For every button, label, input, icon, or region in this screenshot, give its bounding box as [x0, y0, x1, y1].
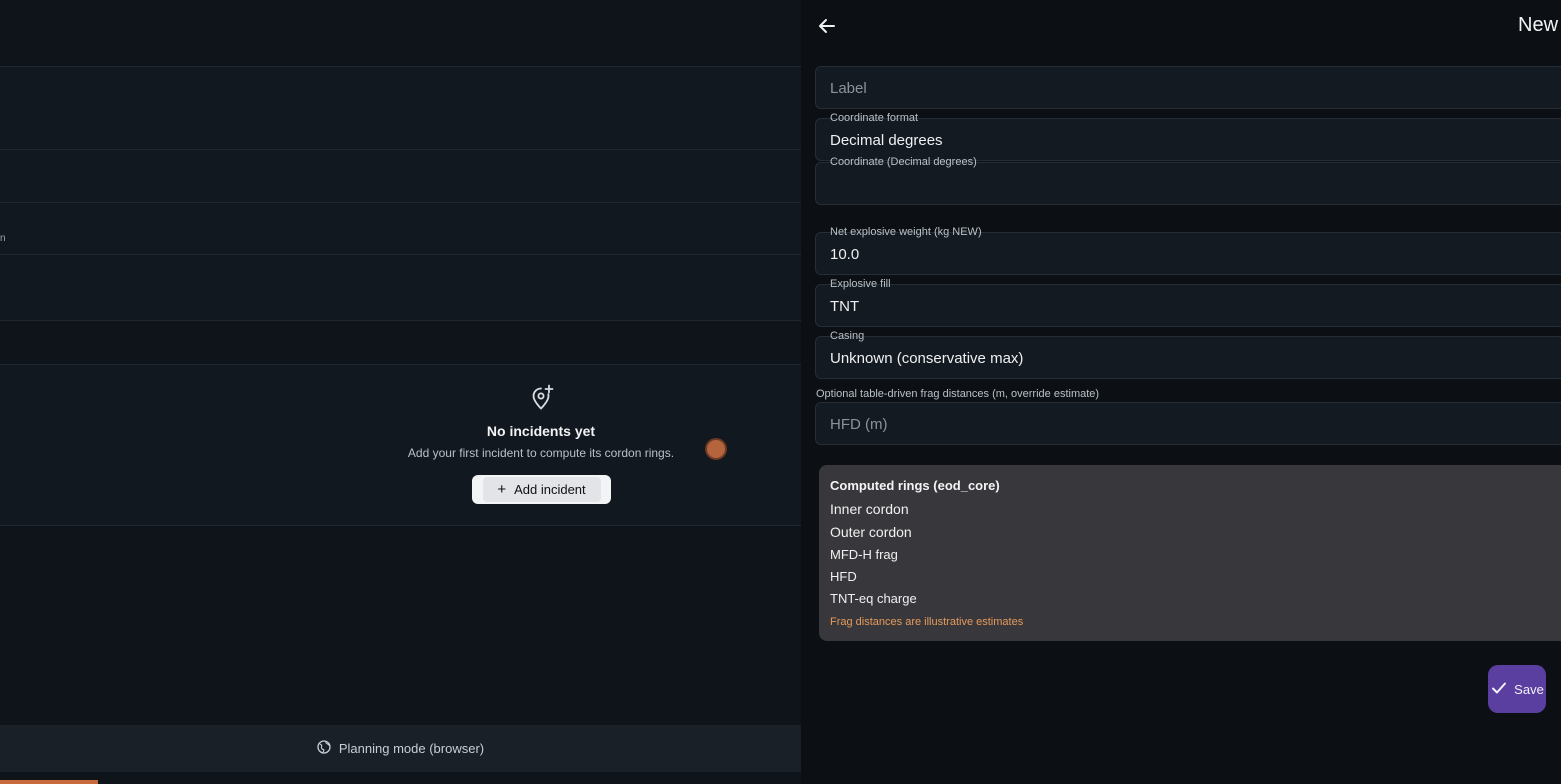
empty-state-card [0, 364, 801, 526]
incidents-panel: n No incidents yet Add your first incide… [0, 0, 801, 784]
list-item[interactable]: n [0, 202, 801, 255]
add-location-icon [530, 384, 554, 412]
arrow-left-icon [819, 19, 835, 33]
ring-item-outer-cordon: Outer cordon [830, 524, 912, 540]
explosive-fill-label: Explosive fill [830, 278, 891, 290]
status-footer: Planning mode (browser) [0, 725, 801, 772]
casing-value: Unknown (conservative max) [830, 350, 1024, 367]
globe-icon [317, 740, 331, 757]
page-title: New [1518, 14, 1559, 36]
back-button[interactable] [815, 14, 839, 38]
coordinate-format-label: Coordinate format [830, 112, 919, 124]
save-label: Save [1514, 681, 1544, 697]
net-explosive-weight-field[interactable]: Net explosive weight (kg NEW) 10.0 [815, 226, 1561, 275]
plus-icon: + [497, 481, 507, 498]
ring-item-tnt-eq-charge: TNT-eq charge [830, 591, 917, 606]
label-placeholder: Label [830, 80, 867, 97]
coordinate-format-value: Decimal degrees [830, 132, 943, 149]
truncated-text: n [0, 233, 6, 244]
ring-item-hfd: HFD [830, 569, 857, 584]
label-field[interactable]: Label [815, 66, 1561, 109]
progress-bar [0, 780, 98, 784]
planning-mode-label: Planning mode (browser) [338, 741, 485, 756]
hfd-placeholder: HFD (m) [830, 416, 888, 433]
computed-rings-title: Computed rings (eod_core) [830, 478, 1000, 493]
casing-select[interactable]: Casing Unknown (conservative max) [815, 330, 1561, 379]
ring-item-mfd-h-frag: MFD-H frag [830, 547, 898, 562]
net-explosive-weight-value: 10.0 [830, 246, 860, 263]
coordinate-format-select[interactable]: Coordinate format Decimal degrees [815, 112, 1561, 161]
check-icon [1490, 679, 1508, 700]
casing-label: Casing [830, 330, 865, 342]
add-incident-button[interactable]: + Add incident [472, 475, 611, 504]
list-item[interactable] [0, 149, 801, 202]
explosive-fill-select[interactable]: Explosive fill TNT [815, 278, 1561, 327]
net-explosive-weight-label: Net explosive weight (kg NEW) [830, 226, 982, 238]
frag-warning: Frag distances are illustrative estimate… [830, 616, 1024, 628]
computed-rings-card: Computed rings (eod_core) Inner cordon O… [819, 465, 1561, 641]
save-button[interactable]: Save [1488, 665, 1546, 713]
coordinate-field[interactable]: Coordinate (Decimal degrees) [815, 156, 1561, 205]
list-item[interactable] [0, 66, 801, 149]
cursor-indicator [705, 438, 727, 460]
add-incident-label: Add incident [514, 482, 586, 497]
frag-distances-hint: Optional table-driven frag distances (m,… [816, 388, 1100, 400]
ring-item-inner-cordon: Inner cordon [830, 501, 909, 517]
coordinate-label: Coordinate (Decimal degrees) [830, 156, 977, 168]
list-item[interactable] [0, 254, 801, 321]
explosive-fill-value: TNT [830, 298, 860, 315]
hfd-field[interactable]: HFD (m) [815, 402, 1561, 445]
